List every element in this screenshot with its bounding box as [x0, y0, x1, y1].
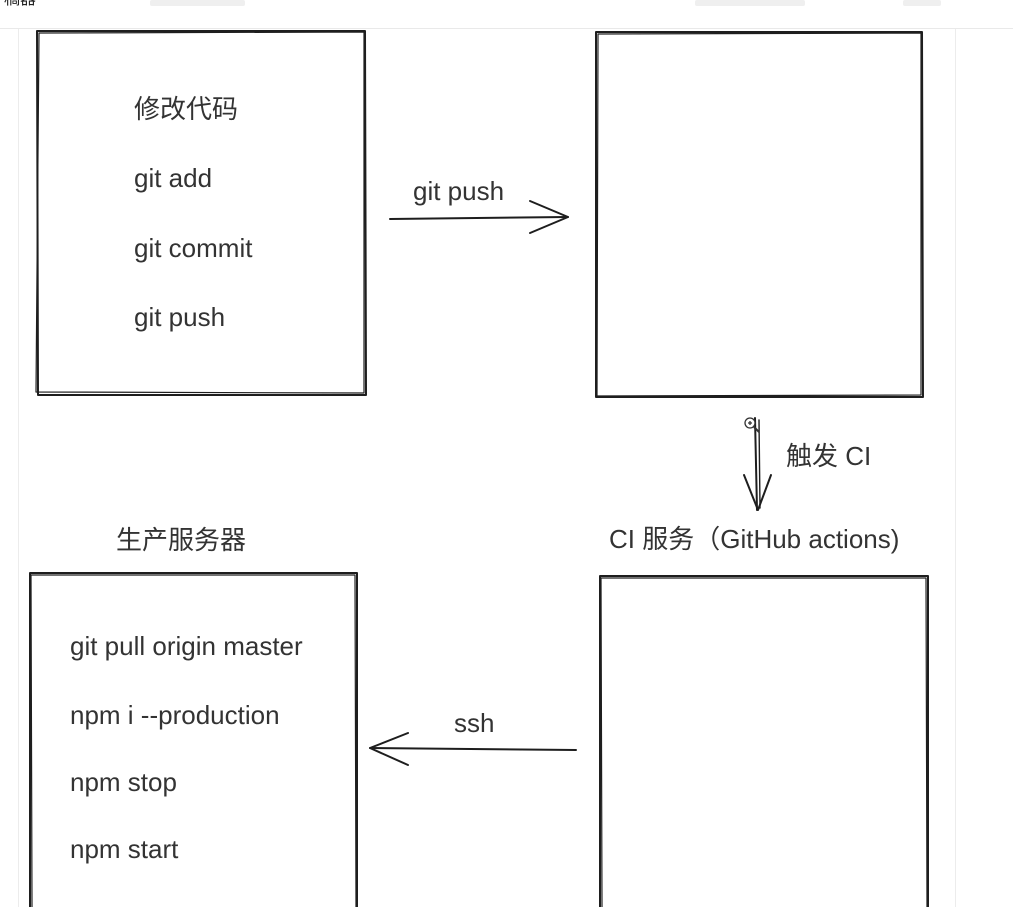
ssh-arrow-label: ssh	[454, 708, 495, 738]
developer-step: 修改代码	[134, 94, 239, 124]
server-step: npm start	[70, 834, 179, 864]
server-step: npm stop	[70, 767, 177, 797]
developer-step: git add	[134, 163, 213, 193]
developer-box[interactable]	[35, 30, 367, 396]
repository-box[interactable]	[595, 31, 924, 398]
git-push-arrow-label: git push	[413, 176, 505, 206]
trigger-ci-label: 触发 CI	[786, 441, 872, 471]
production-server-title: 生产服务器	[116, 525, 247, 555]
server-step: npm i --production	[70, 700, 280, 730]
ci-service-title: CI 服务（GitHub actions)	[609, 524, 900, 554]
developer-step: git push	[134, 302, 226, 332]
zoom-cursor-icon	[744, 417, 760, 433]
developer-step: git commit	[134, 233, 253, 263]
ci-service-box[interactable]	[599, 575, 929, 907]
server-step: git pull origin master	[70, 631, 303, 661]
